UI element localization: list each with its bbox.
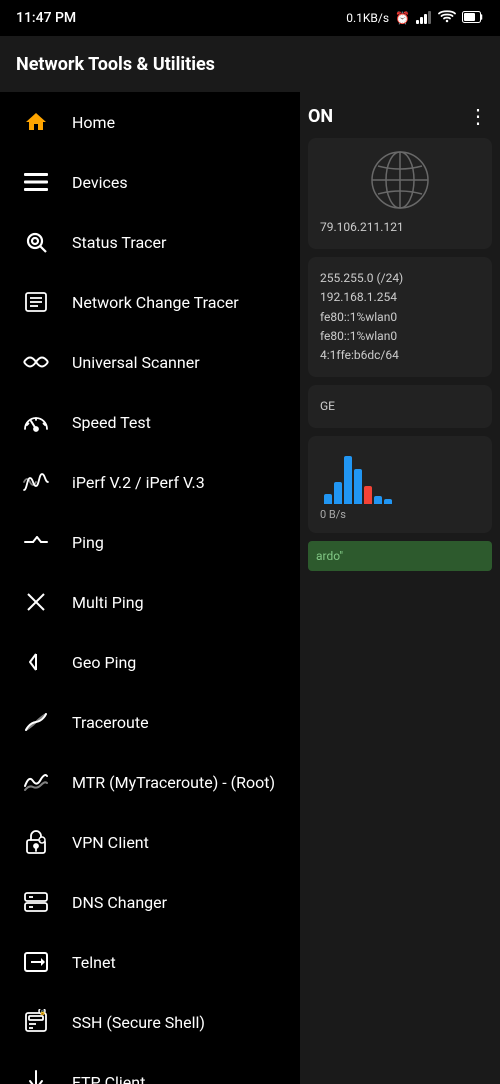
ip-address: 79.106.211.121 [320, 218, 480, 237]
geo-ping-icon [20, 646, 52, 678]
sidebar-label-universal-scanner: Universal Scanner [72, 353, 200, 372]
gateway: 192.168.1.254 [320, 288, 480, 307]
svg-text:↑: ↑ [40, 839, 43, 845]
app-header: Network Tools & Utilities [0, 36, 500, 92]
chart-bar-3 [344, 456, 352, 504]
telnet-icon [20, 946, 52, 978]
ip-info-card: 79.106.211.121 [308, 138, 492, 249]
mtr-icon [20, 766, 52, 798]
sidebar-label-dns-changer: DNS Changer [72, 893, 167, 912]
sidebar-label-vpn-client: VPN CIient [72, 833, 149, 852]
traceroute-icon [20, 706, 52, 738]
sidebar-item-speed-test[interactable]: Speed Test [0, 392, 300, 452]
sidebar-item-ftp-client[interactable]: FTP Client [0, 1052, 300, 1084]
chart-bar-7 [384, 499, 392, 504]
sidebar-item-devices[interactable]: Devices [0, 152, 300, 212]
sidebar-label-mtr: MTR (MyTraceroute) - (Root) [72, 773, 275, 792]
status-time: 11:47 PM [16, 10, 76, 26]
speed-display: 0 B/s [320, 508, 480, 521]
ftp-client-icon [20, 1066, 52, 1084]
wifi-icon [438, 10, 456, 27]
sidebar-label-home: Home [72, 113, 115, 132]
sidebar-label-multi-ping: Multi Ping [72, 593, 144, 612]
status-bar: 11:47 PM 0.1KB/s ⏰ [0, 0, 500, 36]
network-details-card: 255.255.0 (/24) 192.168.1.254 fe80::1%wl… [308, 257, 492, 377]
speed-test-icon [20, 406, 52, 438]
sidebar-label-ping: Ping [72, 533, 104, 552]
dns-changer-icon [20, 886, 52, 918]
ssid-text: ardo" [316, 549, 484, 563]
multi-ping-icon [20, 586, 52, 618]
ipv6-1: fe80::1%wlan0 [320, 308, 480, 327]
ssh-icon: 🔒 [20, 1006, 52, 1038]
sidebar-item-mtr[interactable]: MTR (MyTraceroute) - (Root) [0, 752, 300, 812]
sidebar-label-status-tracer: Status Tracer [72, 233, 166, 252]
sidebar-item-telnet[interactable]: Telnet [0, 932, 300, 992]
sidebar-item-geo-ping[interactable]: Geo Ping [0, 632, 300, 692]
sidebar-item-ssh[interactable]: 🔒 SSH (Secure Shell) [0, 992, 300, 1052]
chart-bar-6 [374, 496, 382, 504]
content-panel: ON ⋮ 79.106.211.121 255.255.0 (/24) 192.… [300, 92, 500, 1084]
ping-icon [20, 526, 52, 558]
signal-icon [416, 10, 432, 27]
ipv6-2: fe80::1%wlan0 [320, 327, 480, 346]
app-title: Network Tools & Utilities [16, 54, 484, 75]
speed-chart [320, 448, 480, 508]
universal-scanner-icon [20, 346, 52, 378]
sidebar-label-telnet: Telnet [72, 953, 116, 972]
sidebar-label-iperf: iPerf V.2 / iPerf V.3 [72, 473, 205, 492]
iperf-icon [20, 466, 52, 498]
network-type-card: GE [308, 385, 492, 428]
ssid-card: ardo" [308, 541, 492, 571]
more-options-button[interactable]: ⋮ [464, 100, 492, 132]
sidebar-item-multi-ping[interactable]: Multi Ping [0, 572, 300, 632]
battery-icon [462, 11, 484, 26]
sidebar-item-ping[interactable]: Ping [0, 512, 300, 572]
speed-chart-card: 0 B/s [308, 436, 492, 533]
sidebar-item-network-change-tracer[interactable]: Network Change Tracer [0, 272, 300, 332]
sidebar-label-ssh: SSH (Secure Shell) [72, 1013, 205, 1032]
vpn-client-icon: ↑ [20, 826, 52, 858]
chart-bar-4 [354, 469, 362, 504]
ipv6-3: 4:1ffe:b6dc/64 [320, 346, 480, 365]
svg-text:🔒: 🔒 [40, 1009, 46, 1016]
sidebar-item-universal-scanner[interactable]: Universal Scanner [0, 332, 300, 392]
alarm-icon: ⏰ [395, 11, 410, 25]
sidebar-label-geo-ping: Geo Ping [72, 653, 136, 672]
sidebar-label-speed-test: Speed Test [72, 413, 151, 432]
main-layout: Home Devices Status Tracer [0, 92, 500, 1084]
network-type: GE [320, 397, 480, 416]
chart-bar-5 [364, 486, 372, 504]
devices-icon [20, 166, 52, 198]
network-change-tracer-icon [20, 286, 52, 318]
chart-bar-2 [334, 482, 342, 504]
subnet-mask: 255.255.0 (/24) [320, 269, 480, 288]
sidebar-item-dns-changer[interactable]: DNS Changer [0, 872, 300, 932]
sidebar-item-vpn-client[interactable]: ↑ VPN CIient [0, 812, 300, 872]
status-tracer-icon [20, 226, 52, 258]
sidebar-item-status-tracer[interactable]: Status Tracer [0, 212, 300, 272]
chart-bar-1 [324, 494, 332, 504]
sidebar-label-traceroute: Traceroute [72, 713, 149, 732]
home-icon [20, 106, 52, 138]
on-label: ON [308, 106, 333, 127]
sidebar-label-ftp-client: FTP Client [72, 1073, 145, 1084]
sidebar-item-iperf[interactable]: iPerf V.2 / iPerf V.3 [0, 452, 300, 512]
sidebar-label-devices: Devices [72, 173, 128, 192]
status-right: 0.1KB/s ⏰ [346, 10, 484, 27]
sidebar-item-traceroute[interactable]: Traceroute [0, 692, 300, 752]
network-speed: 0.1KB/s [346, 11, 389, 25]
sidebar-label-network-change-tracer: Network Change Tracer [72, 293, 239, 312]
navigation-drawer: Home Devices Status Tracer [0, 92, 300, 1084]
sidebar-item-home[interactable]: Home [0, 92, 300, 152]
